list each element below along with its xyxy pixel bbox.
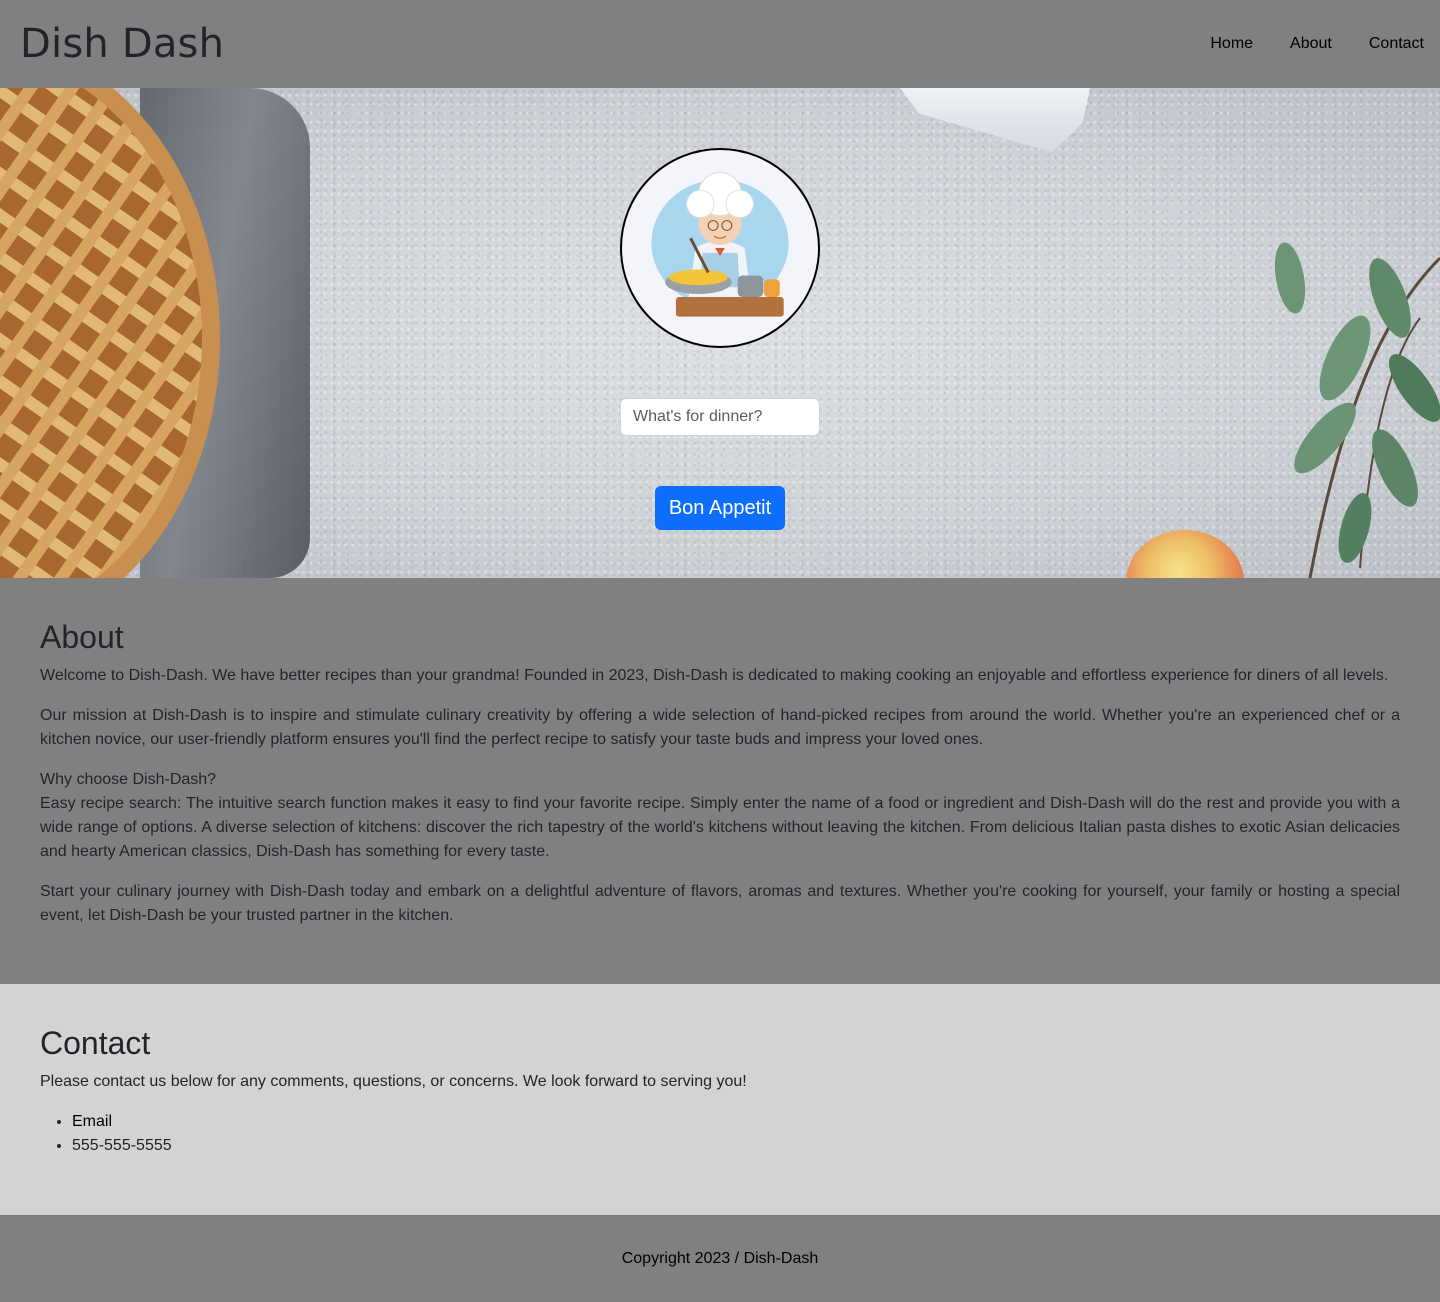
- chef-avatar-icon: [620, 148, 820, 348]
- about-section: About Welcome to Dish-Dash. We have bett…: [0, 578, 1440, 984]
- about-paragraph-welcome: Welcome to Dish-Dash. We have better rec…: [40, 667, 1389, 685]
- about-paragraph-why: Why choose Dish-Dash? Easy recipe search…: [40, 768, 1400, 864]
- bon-appetit-button[interactable]: Bon Appetit: [655, 486, 785, 530]
- site-header: Dish Dash Home About Contact: [0, 0, 1440, 88]
- hero-section: Bon Appetit: [0, 88, 1440, 578]
- main-nav: Home About Contact: [1173, 27, 1424, 61]
- about-why-heading: Why choose Dish-Dash?: [40, 771, 217, 789]
- contact-list: Email 555-555-5555: [40, 1110, 1400, 1158]
- contact-section: Contact Please contact us below for any …: [0, 984, 1440, 1215]
- contact-heading: Contact: [40, 1025, 151, 1061]
- brand-title[interactable]: Dish Dash: [20, 21, 224, 67]
- contact-item-phone: 555-555-5555: [72, 1134, 1400, 1158]
- nav-link-about[interactable]: About: [1253, 27, 1332, 61]
- about-heading: About: [40, 619, 124, 655]
- email-link[interactable]: Email: [72, 1113, 112, 1130]
- nav-link-home[interactable]: Home: [1173, 27, 1253, 61]
- hero-content: Bon Appetit: [0, 88, 1440, 578]
- site-footer: Copyright 2023 / Dish-Dash: [0, 1215, 1440, 1302]
- about-why-body: Easy recipe search: The intuitive search…: [40, 795, 1400, 861]
- recipe-search-input[interactable]: [620, 398, 820, 436]
- about-paragraph-journey: Start your culinary journey with Dish-Da…: [40, 883, 1400, 925]
- contact-intro: Please contact us below for any comments…: [40, 1073, 747, 1091]
- nav-link-contact[interactable]: Contact: [1332, 27, 1424, 61]
- footer-copyright: Copyright 2023 / Dish-Dash: [621, 1249, 819, 1267]
- about-paragraph-mission: Our mission at Dish-Dash is to inspire a…: [40, 707, 1400, 749]
- contact-item-email: Email: [72, 1110, 1400, 1134]
